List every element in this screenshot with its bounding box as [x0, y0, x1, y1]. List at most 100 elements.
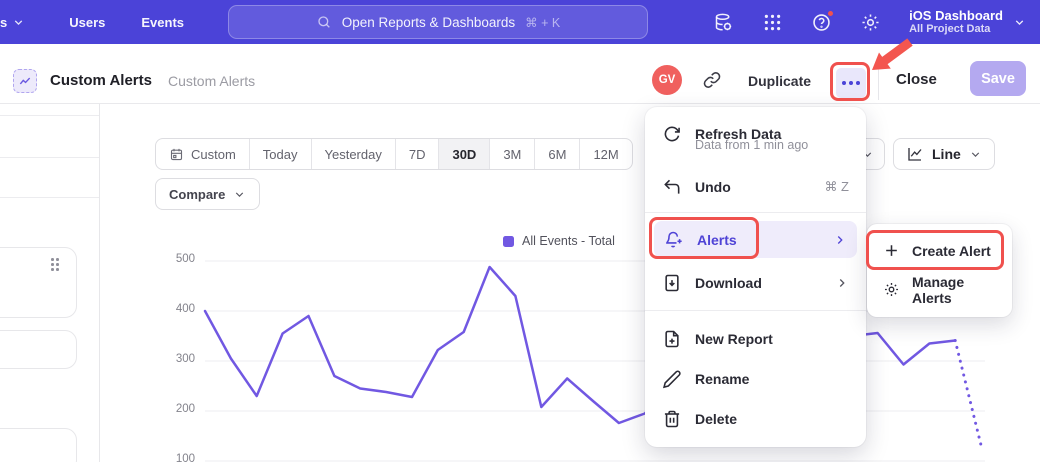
plus-icon — [883, 242, 900, 259]
trash-icon — [662, 409, 682, 429]
date-range-7d[interactable]: 7D — [396, 139, 440, 169]
y-axis-tick: 400 — [150, 303, 195, 315]
menu-item-delete[interactable]: Delete — [645, 402, 866, 436]
report-type-icon — [13, 69, 37, 93]
menu-item-shortcut: ⌘ Z — [824, 179, 849, 195]
file-plus-icon — [662, 329, 682, 349]
menu-item-undo[interactable]: Undo ⌘ Z — [645, 171, 866, 203]
settings-gear-icon[interactable] — [860, 12, 881, 33]
avatar[interactable]: GV — [652, 65, 682, 95]
y-axis-tick: 300 — [150, 353, 195, 365]
undo-icon — [662, 177, 682, 197]
date-range-12m[interactable]: 12M — [580, 139, 631, 169]
legend-label: All Events - Total — [522, 234, 615, 248]
sidebar-card[interactable] — [0, 330, 77, 369]
search-shortcut: ⌘ + K — [525, 15, 560, 30]
date-range-6m[interactable]: 6M — [535, 139, 580, 169]
sidebar-row-divider — [0, 157, 99, 158]
chart-type-label: Line — [932, 146, 961, 162]
y-axis-tick: 500 — [150, 253, 195, 265]
date-range-3m[interactable]: 3M — [490, 139, 535, 169]
chevron-right-icon — [833, 233, 847, 247]
sidebar-row-divider — [0, 115, 99, 116]
more-options-button[interactable] — [836, 68, 866, 98]
chevron-down-icon — [12, 16, 25, 29]
share-link-icon[interactable] — [702, 70, 722, 90]
global-search-input[interactable]: Open Reports & Dashboards ⌘ + K — [228, 5, 648, 39]
sidebar-card[interactable] — [0, 428, 77, 462]
nav-item-clipped[interactable]: s — [0, 15, 25, 30]
breadcrumb[interactable]: Custom Alerts — [168, 73, 255, 89]
date-range-label: 3M — [503, 147, 521, 162]
close-button[interactable]: Close — [896, 71, 937, 88]
menu-item-sublabel: Data from 1 min ago — [695, 138, 808, 152]
app-window: 500 400 300 200 100 All Events - Total Custo… — [0, 0, 1040, 462]
menu-divider — [645, 310, 866, 311]
line-chart-icon — [906, 145, 924, 163]
menu-item-label: Download — [695, 275, 762, 291]
date-range-custom[interactable]: Custom — [156, 139, 250, 169]
menu-item-label: Rename — [695, 371, 749, 387]
menu-item-new-report[interactable]: New Report — [645, 322, 866, 356]
date-range-today[interactable]: Today — [250, 139, 312, 169]
submenu-item-label: Manage Alerts — [912, 274, 996, 306]
report-header: Custom Alerts Custom Alerts GV Duplicate… — [0, 44, 1040, 104]
gear-icon — [883, 281, 900, 298]
duplicate-button[interactable]: Duplicate — [748, 73, 811, 89]
menu-item-label: Undo — [695, 179, 731, 195]
chevron-down-icon — [233, 188, 246, 201]
nav-item-label: Users — [69, 15, 105, 30]
calendar-icon — [169, 147, 184, 162]
date-range-30d[interactable]: 30D — [439, 139, 490, 169]
nav-item-events[interactable]: Events — [141, 15, 184, 30]
sidebar-card[interactable] — [0, 247, 77, 318]
alerts-submenu: Create Alert Manage Alerts — [867, 224, 1012, 317]
search-icon — [316, 14, 332, 30]
project-subtitle: All Project Data — [909, 23, 1003, 36]
menu-item-download[interactable]: Download — [645, 265, 866, 301]
save-button[interactable]: Save — [970, 61, 1026, 96]
refresh-icon — [662, 124, 682, 144]
chart-type-button[interactable]: Line — [893, 138, 995, 170]
data-management-icon[interactable] — [713, 12, 734, 33]
menu-item-label: New Report — [695, 331, 773, 347]
submenu-item-manage-alerts[interactable]: Manage Alerts — [867, 270, 1012, 309]
date-range-label: Yesterday — [325, 147, 382, 162]
project-title: iOS Dashboard — [909, 8, 1003, 23]
compare-button[interactable]: Compare — [155, 178, 260, 210]
menu-item-alerts[interactable]: Alerts — [654, 221, 857, 258]
submenu-item-create-alert[interactable]: Create Alert — [867, 231, 1012, 270]
bell-plus-icon — [664, 230, 684, 250]
chart-legend: All Events - Total — [503, 234, 615, 248]
sidebar-row-divider — [0, 197, 99, 198]
compare-label: Compare — [169, 187, 225, 202]
date-range-label: Today — [263, 147, 298, 162]
menu-item-rename[interactable]: Rename — [645, 362, 866, 396]
legend-swatch — [503, 236, 514, 247]
date-range-label: Custom — [191, 147, 236, 162]
nav-item-label: s — [0, 15, 7, 30]
y-axis-tick: 200 — [150, 403, 195, 415]
nav-item-users[interactable]: Users — [69, 15, 105, 30]
help-icon[interactable] — [811, 12, 832, 33]
nav-right-cluster: iOS Dashboard All Project Data — [713, 0, 1040, 44]
chevron-down-icon — [969, 148, 982, 161]
menu-item-label: Delete — [695, 411, 737, 427]
page-title: Custom Alerts — [50, 72, 152, 89]
sidebar-divider — [99, 104, 100, 462]
top-nav: s Users Events Open Reports & Dashboards… — [0, 0, 1040, 44]
date-range-yesterday[interactable]: Yesterday — [312, 139, 396, 169]
date-range-label: 6M — [548, 147, 566, 162]
y-axis-tick: 100 — [150, 453, 195, 462]
menu-item-label: Alerts — [697, 232, 737, 248]
more-options-menu: Refresh Data Data from 1 min ago Undo ⌘ … — [645, 107, 866, 447]
search-placeholder: Open Reports & Dashboards — [342, 15, 515, 30]
notification-dot — [826, 9, 835, 18]
chevron-right-icon — [835, 276, 849, 290]
nav-item-label: Events — [141, 15, 184, 30]
date-range-label: 30D — [452, 147, 476, 162]
download-icon — [662, 273, 682, 293]
project-switcher[interactable]: iOS Dashboard All Project Data — [909, 8, 1026, 36]
drag-handle-icon[interactable] — [51, 258, 60, 272]
apps-grid-icon[interactable] — [762, 12, 783, 33]
